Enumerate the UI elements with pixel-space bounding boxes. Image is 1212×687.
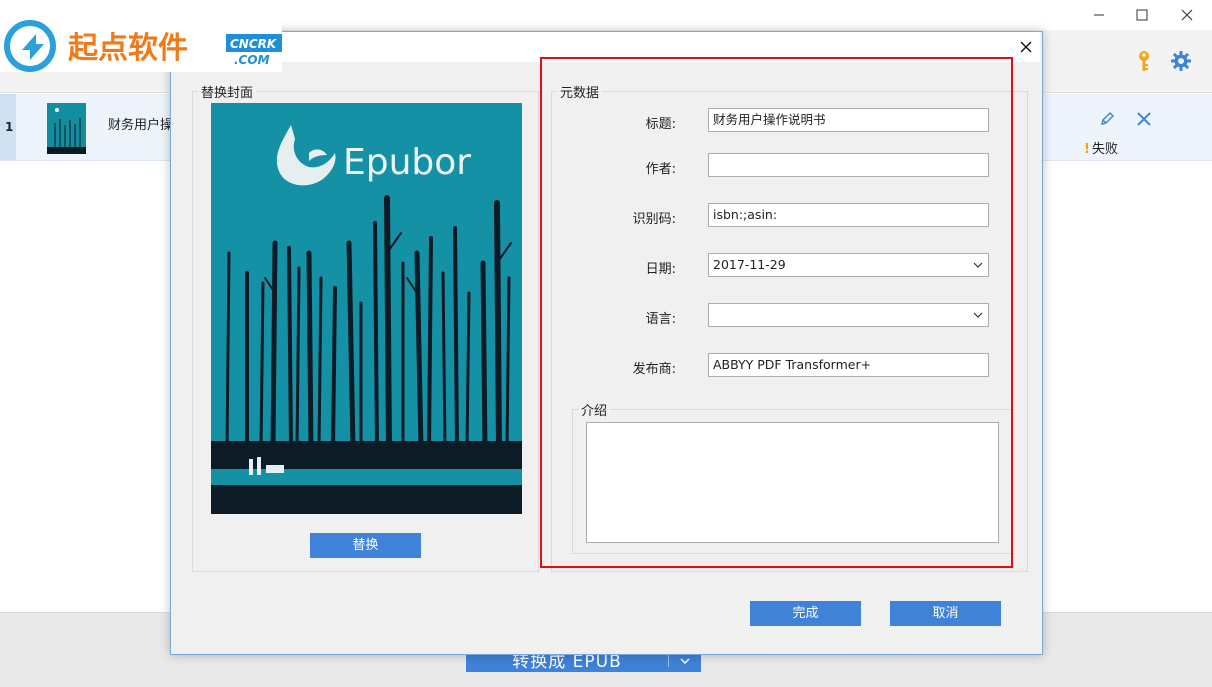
book-title: 财务用户操 — [108, 118, 174, 133]
minimize-button[interactable] — [1076, 0, 1122, 30]
dialog-close-button[interactable] — [1014, 36, 1038, 58]
book-thumbnail — [47, 103, 86, 154]
logo-badge-line2: .COM — [234, 53, 270, 67]
site-logo: 起点软件 CNCRK .COM — [0, 20, 282, 72]
cover-group-label: 替换封面 — [201, 86, 254, 101]
cover-image: Epubor — [211, 103, 522, 514]
close-icon — [1020, 41, 1032, 53]
cover-brand-text: Epubor — [343, 142, 471, 183]
cancel-button[interactable]: 取消 — [890, 601, 1001, 626]
maximize-icon — [1136, 9, 1148, 21]
close-icon — [1181, 9, 1193, 21]
warning-icon: ! — [1084, 142, 1090, 157]
status-text: 失败 — [1091, 142, 1118, 157]
key-icon[interactable] — [1134, 50, 1154, 72]
close-window-button[interactable] — [1164, 0, 1210, 30]
minimize-icon — [1094, 14, 1104, 16]
status-badge: ! 失败 — [1084, 138, 1118, 157]
row-index: 1 — [5, 120, 14, 134]
maximize-button[interactable] — [1119, 0, 1165, 30]
done-button[interactable]: 完成 — [750, 601, 861, 626]
replace-cover-button[interactable]: 替换 — [310, 533, 421, 558]
highlight-frame — [540, 57, 1013, 568]
remove-x-icon[interactable] — [1136, 111, 1152, 127]
logo-main-text: 起点软件 — [68, 31, 188, 66]
edit-pencil-icon[interactable] — [1099, 111, 1115, 127]
gear-icon[interactable] — [1170, 50, 1192, 72]
logo-badge-line1: CNCRK — [230, 37, 278, 51]
